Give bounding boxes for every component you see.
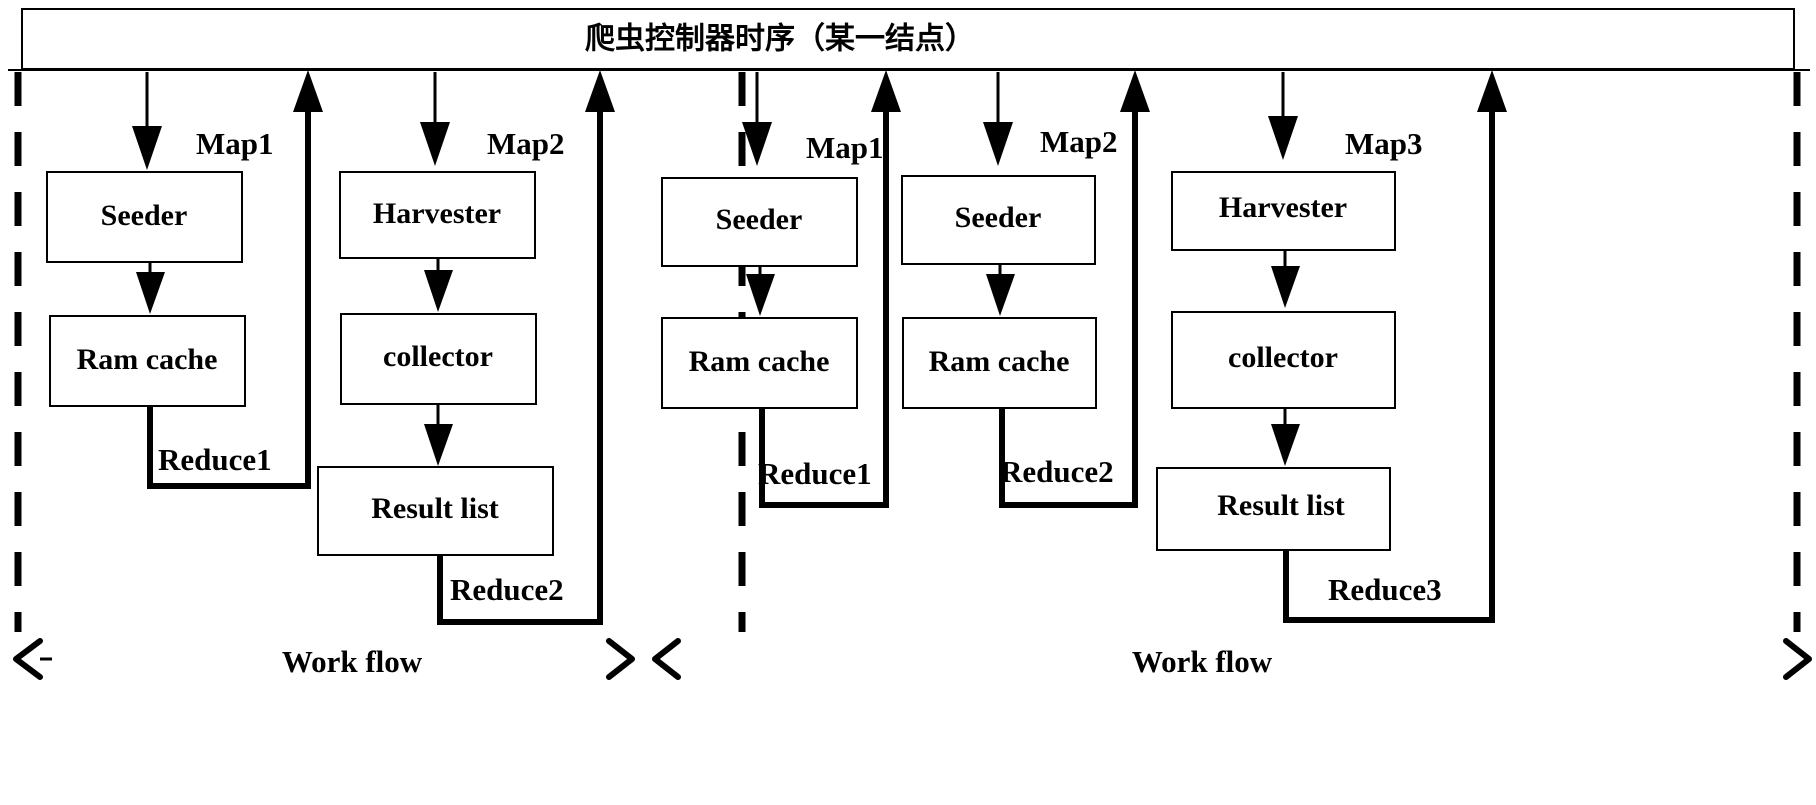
box-left-harvester-label: Harvester: [373, 197, 501, 230]
box-right-resultlist-label: Result list: [1217, 489, 1345, 522]
map-label-right-2: Map2: [1040, 124, 1118, 159]
workflow-arrow-left-end: [606, 638, 635, 680]
arrowhead-right-reduce2: [1120, 70, 1150, 112]
page-title: 爬虫控制器时序（某一结点）: [585, 22, 975, 57]
arrowhead-right-reduce3: [1477, 70, 1507, 112]
box-right-ramcache-1-label: Ram cache: [689, 345, 830, 378]
reduce-label-right-2: Reduce2: [1000, 454, 1114, 489]
reduce-label-right-3: Reduce3: [1328, 572, 1442, 607]
arrowhead-left-map2-in: [420, 122, 450, 166]
workflow-arrow-left-start: [13, 638, 43, 680]
map-label-left-2: Map2: [487, 126, 565, 161]
box-left-seeder-label: Seeder: [101, 199, 188, 232]
reduce-label-right-1: Reduce1: [758, 456, 872, 491]
box-right-seeder-2-label: Seeder: [955, 201, 1042, 234]
map-label-left-1: Map1: [196, 126, 274, 161]
map-label-right-1: Map1: [806, 130, 884, 165]
reduce-label-left-2: Reduce2: [450, 572, 564, 607]
arrowhead-right-harvester-to-collector: [1271, 266, 1300, 308]
workflow-label-left: Work flow: [282, 644, 423, 679]
workflow-arrow-right-end: [1783, 638, 1812, 680]
arrowhead-right-map2-in: [983, 122, 1013, 166]
arrowhead-left-harvester-to-collector: [424, 270, 453, 312]
workflow-arrow-right-start: [652, 638, 681, 680]
arrowhead-left-reduce1: [293, 70, 323, 112]
diagram-canvas: 爬虫控制器时序（某一结点） Map1 Seeder Ram cache Redu…: [0, 0, 1816, 805]
box-left-resultlist-label: Result list: [371, 492, 499, 525]
workflow-label-right: Work flow: [1132, 644, 1273, 679]
box-right-harvester-label: Harvester: [1219, 191, 1347, 224]
arrowhead-right-collector-to-result: [1271, 424, 1300, 466]
reduce-label-left-1: Reduce1: [158, 442, 272, 477]
box-right-ramcache-2-label: Ram cache: [929, 345, 1070, 378]
arrowhead-right-seeder1-to-cache: [746, 274, 775, 316]
map-label-right-3: Map3: [1345, 126, 1423, 161]
box-left-ramcache-label: Ram cache: [77, 343, 218, 376]
arrowhead-right-map3-in: [1268, 116, 1298, 160]
arrowhead-right-reduce1: [871, 70, 901, 112]
box-right-collector-label: collector: [1228, 341, 1338, 374]
arrowhead-left-seeder-to-cache: [136, 272, 165, 314]
box-left-collector-label: collector: [383, 340, 493, 373]
arrowhead-left-collector-to-result: [424, 424, 453, 466]
arrowhead-left-reduce2: [585, 70, 615, 112]
box-right-seeder-1-label: Seeder: [716, 203, 803, 236]
arrowhead-left-map1-in: [132, 126, 162, 170]
arrowhead-right-seeder2-to-cache: [986, 274, 1015, 316]
arrowhead-right-map1-in: [742, 122, 772, 166]
